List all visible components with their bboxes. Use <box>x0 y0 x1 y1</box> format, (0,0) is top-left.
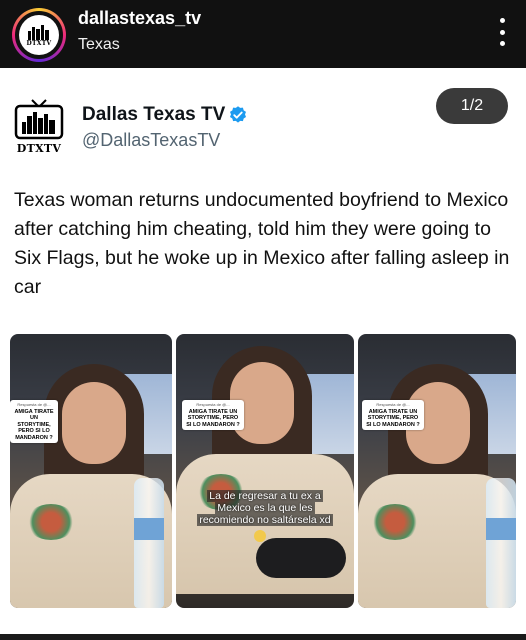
subtitle-line: recomiendo no saltársela xd <box>197 514 333 526</box>
water-bottle <box>486 478 516 608</box>
bottom-edge <box>0 634 526 640</box>
more-options-icon[interactable] <box>498 18 506 46</box>
more-dot <box>499 29 505 35</box>
tweet-text: Texas woman returns undocumented boyfrie… <box>14 189 510 298</box>
sticker-text: AMIGA TIRATE UN STORYTIME, PERO SI LO MA… <box>14 408 54 441</box>
tweet-avatar: DTXTV <box>12 98 66 160</box>
bottle-label <box>486 518 516 540</box>
subtitle-line: Mexico es la que les <box>215 502 315 514</box>
bottle-label <box>134 518 164 540</box>
water-bottle <box>134 478 164 608</box>
video-frame: Respuesta de @... AMIGA TIRATE UN STORYT… <box>358 334 516 608</box>
comment-reply-sticker: Respuesta de @... AMIGA TIRATE UN STORYT… <box>182 400 244 430</box>
comment-reply-sticker: Respuesta de @... AMIGA TIRATE UN STORYT… <box>362 400 424 430</box>
grimace-emoji-icon <box>254 530 266 542</box>
shirt-print <box>370 504 420 540</box>
sticker-header: Respuesta de @... <box>17 402 51 407</box>
comment-reply-sticker: Respuesta de @... AMIGA TIRATE UN STORYT… <box>10 400 58 443</box>
sticker-text: AMIGA TIRATE UN STORYTIME, PERO SI LO MA… <box>186 408 240 428</box>
video-subtitle: La de regresar a tu ex a Mexico es la qu… <box>176 490 354 526</box>
tweet-display-name: Dallas Texas TV <box>82 104 226 125</box>
subtitle-line: La de regresar a tu ex a <box>207 490 323 502</box>
tv-skyline-icon <box>14 99 64 140</box>
username[interactable]: dallastexas_tv <box>78 8 201 29</box>
profile-avatar[interactable]: DTXTV <box>12 8 66 62</box>
video-frame: Respuesta de @... AMIGA TIRATE UN STORYT… <box>176 334 354 608</box>
sticker-text: AMIGA TIRATE UN STORYTIME, PERO SI LO MA… <box>366 408 420 428</box>
car-console <box>256 538 346 578</box>
dtxtv-logo: DTXTV <box>19 15 59 55</box>
person-face <box>62 382 126 464</box>
skyline-icon <box>28 24 49 40</box>
post-image: DTXTV Dallas Texas TV @DallasTexasTV 1/2… <box>0 68 526 640</box>
location[interactable]: Texas <box>78 36 120 54</box>
shirt-print <box>26 504 76 540</box>
tweet-handle: @DallasTexasTV <box>82 130 221 150</box>
more-dot <box>499 18 505 23</box>
logo-text: DTXTV <box>26 39 52 47</box>
video-frames: Respuesta de @... AMIGA TIRATE UN STORYT… <box>10 334 516 608</box>
avatar-border: DTXTV <box>15 11 63 59</box>
ig-post-header: DTXTV dallastexas_tv Texas <box>0 0 526 68</box>
carousel-page-indicator: 1/2 <box>436 88 508 124</box>
verified-badge-icon <box>230 106 246 123</box>
tweet-logo-text: DTXTV <box>16 142 62 155</box>
video-frame: Respuesta de @... AMIGA TIRATE UN STORYT… <box>10 334 172 608</box>
more-dot <box>499 41 505 46</box>
